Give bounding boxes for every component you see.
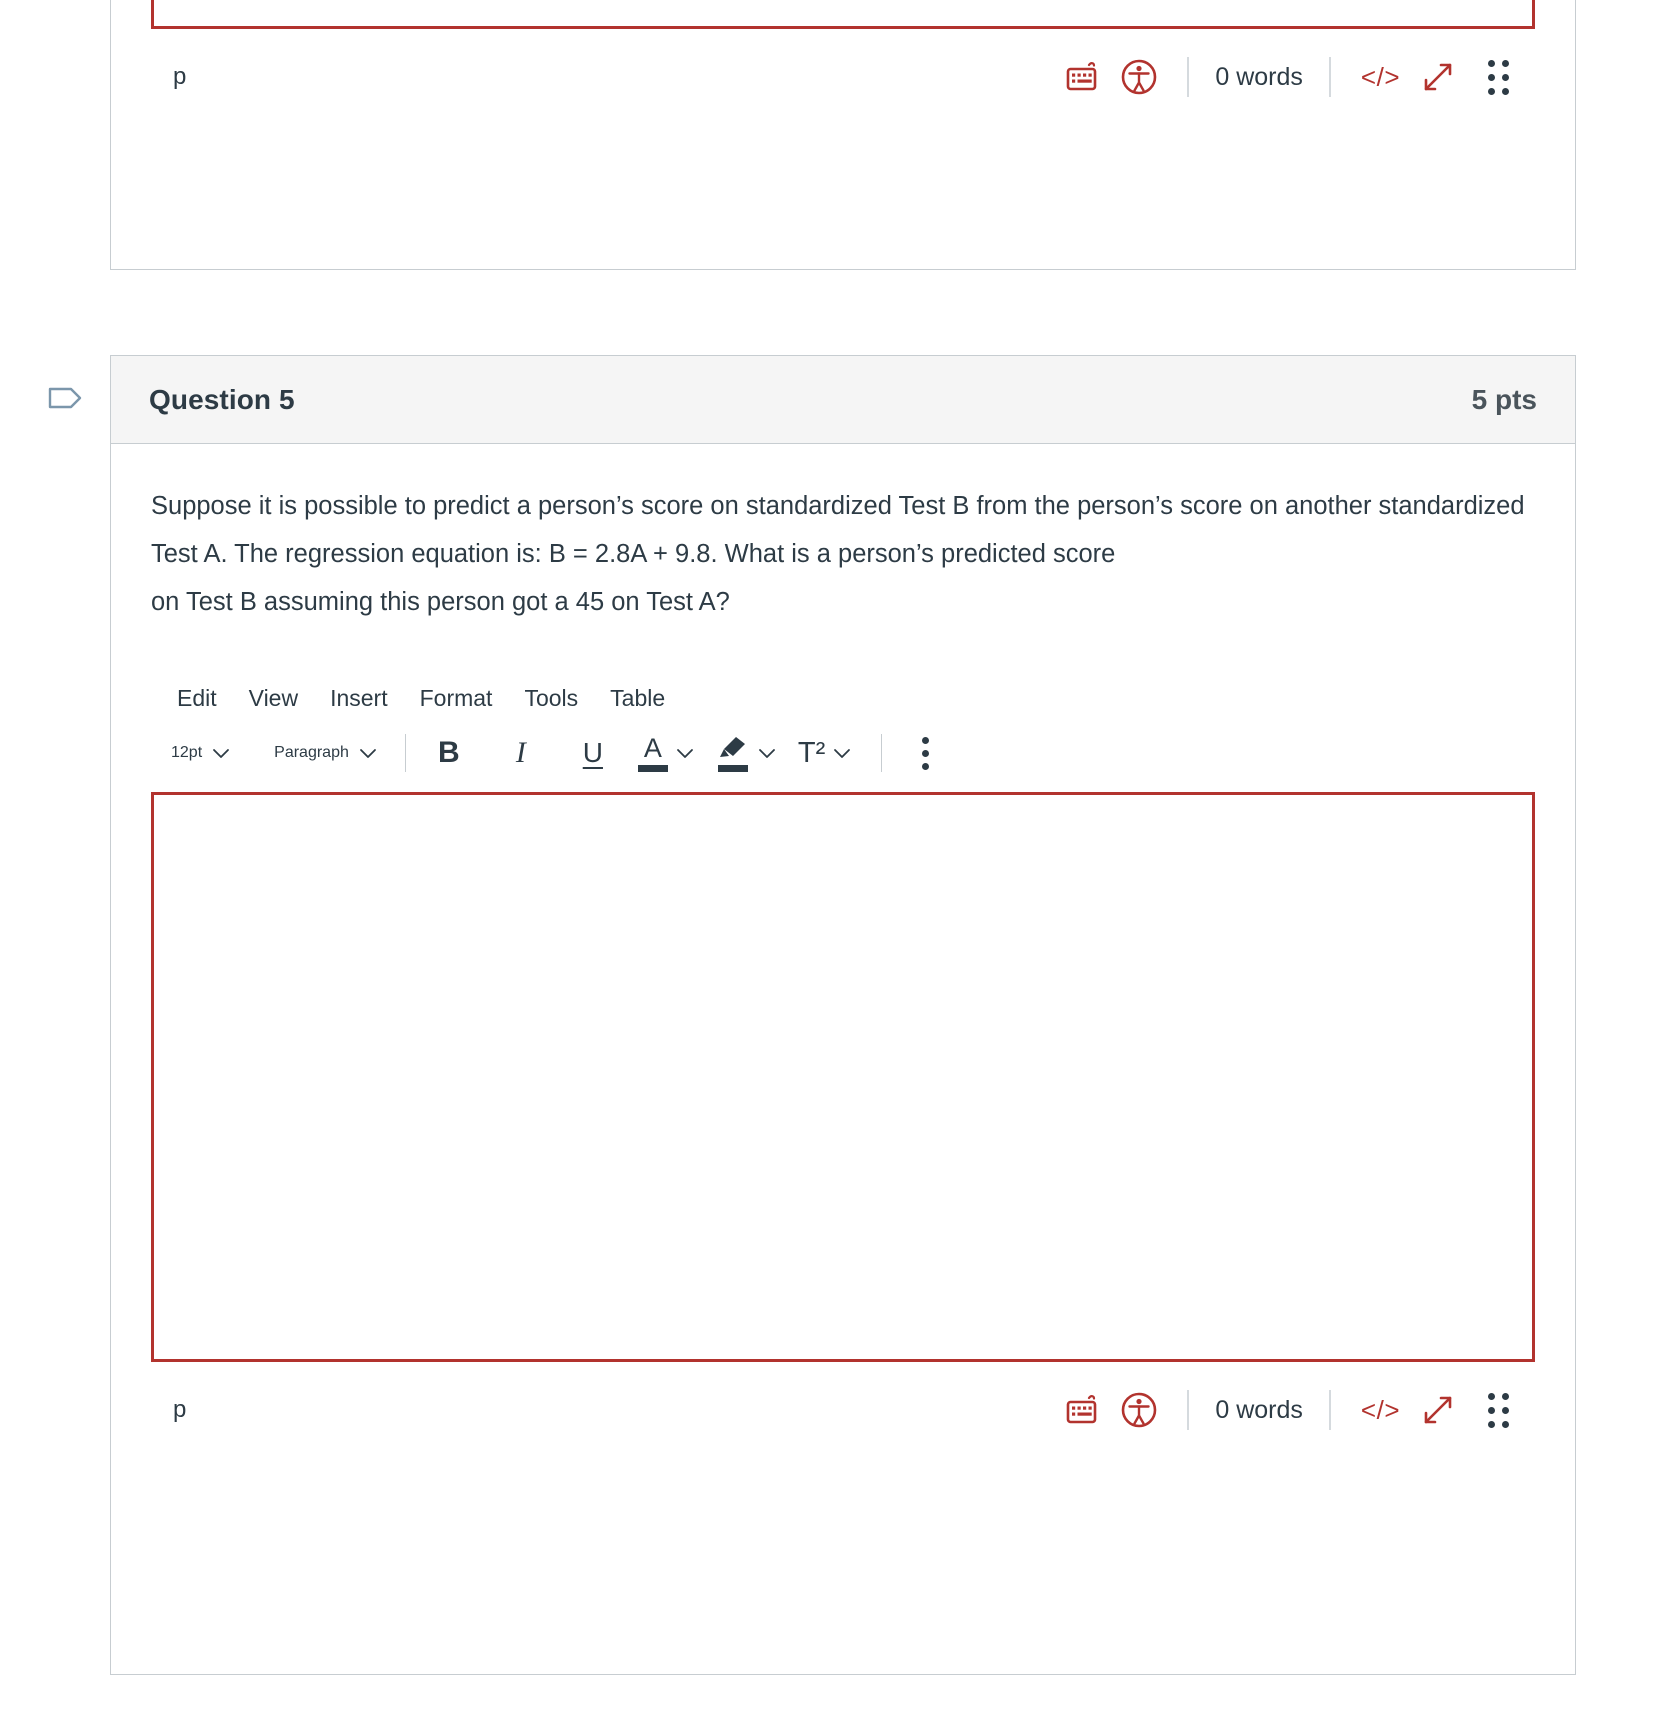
drag-handle-icon[interactable] bbox=[1488, 1392, 1509, 1428]
resize-handle-icon[interactable] bbox=[1410, 49, 1466, 105]
bookmark-flag-icon[interactable] bbox=[44, 376, 88, 420]
html-editor-toggle[interactable]: </> bbox=[1351, 62, 1410, 93]
menu-format[interactable]: Format bbox=[404, 678, 509, 718]
rich-content-editor: Edit View Insert Format Tools Table 12pt bbox=[151, 674, 1535, 1458]
question-points: 5 pts bbox=[1471, 383, 1537, 415]
text-color-label: A bbox=[643, 732, 662, 763]
superscript-label: T² bbox=[797, 736, 826, 769]
previous-editor-status-right: 0 words </> bbox=[1055, 49, 1513, 105]
accessibility-checker-icon[interactable] bbox=[1111, 49, 1167, 105]
italic-button[interactable]: I bbox=[494, 730, 548, 776]
underline-label: U bbox=[582, 737, 603, 768]
text-color-button[interactable]: A bbox=[637, 730, 668, 776]
question-header: Question 5 5 pts bbox=[111, 356, 1575, 444]
editor-menubar: Edit View Insert Format Tools Table bbox=[151, 674, 1535, 722]
block-format-value: Paragraph bbox=[274, 744, 349, 761]
font-size-value: 12pt bbox=[171, 744, 203, 761]
editor-status-right: 0 words </> bbox=[1055, 1382, 1513, 1438]
menu-table[interactable]: Table bbox=[594, 678, 681, 718]
chevron-down-icon bbox=[831, 742, 853, 764]
chevron-down-icon bbox=[756, 742, 778, 764]
keyboard-shortcuts-icon[interactable] bbox=[1055, 1382, 1111, 1438]
chevron-down-icon bbox=[210, 742, 232, 764]
status-divider bbox=[1328, 57, 1331, 97]
menu-insert[interactable]: Insert bbox=[314, 678, 404, 718]
editor-status-bar: p 0 words </> bbox=[151, 1362, 1535, 1458]
question-card: Question 5 5 pts Suppose it is possible … bbox=[110, 355, 1576, 1675]
status-divider bbox=[1328, 1390, 1331, 1430]
question-prompt: Suppose it is possible to predict a pers… bbox=[151, 482, 1535, 626]
drag-handle-icon[interactable] bbox=[1488, 59, 1509, 95]
previous-editor-element-path: p bbox=[173, 63, 187, 90]
menu-tools[interactable]: Tools bbox=[508, 678, 594, 718]
italic-label: I bbox=[515, 736, 526, 769]
accessibility-checker-icon[interactable] bbox=[1111, 1382, 1167, 1438]
highlighter-pen-icon[interactable] bbox=[716, 730, 750, 776]
previous-question-card: p 0 words </> bbox=[110, 0, 1576, 270]
superscript-dropdown[interactable] bbox=[825, 730, 859, 776]
bold-button[interactable]: B bbox=[422, 730, 476, 776]
menu-edit[interactable]: Edit bbox=[161, 678, 233, 718]
text-color-icon: A bbox=[637, 732, 668, 772]
editor-content-area[interactable] bbox=[151, 792, 1535, 1362]
html-editor-toggle[interactable]: </> bbox=[1351, 1395, 1410, 1426]
editor-element-path: p bbox=[173, 1396, 187, 1423]
previous-rich-content-editor: p 0 words </> bbox=[151, 0, 1535, 125]
block-format-select[interactable]: Paragraph bbox=[264, 730, 389, 776]
superscript-button[interactable]: T² bbox=[798, 730, 825, 776]
highlighter-dropdown[interactable] bbox=[750, 730, 784, 776]
toolbar-divider bbox=[404, 734, 406, 772]
quiz-page: p 0 words </> Question 5 5 pts Suppose i… bbox=[0, 0, 1667, 1715]
keyboard-shortcuts-icon[interactable] bbox=[1055, 49, 1111, 105]
editor-toolbar: 12pt Paragraph B I U A T² bbox=[151, 722, 1535, 784]
status-divider bbox=[1187, 1390, 1190, 1430]
question-prompt-line-1: Suppose it is possible to predict a pers… bbox=[151, 492, 1525, 568]
text-color-dropdown[interactable] bbox=[668, 730, 702, 776]
question-prompt-line-2: on Test B assuming this person got a 45 … bbox=[151, 588, 730, 616]
font-size-select[interactable]: 12pt bbox=[161, 730, 242, 776]
editor-word-count: 0 words bbox=[1215, 1395, 1303, 1424]
previous-editor-word-count: 0 words bbox=[1215, 62, 1303, 91]
underline-button[interactable]: U bbox=[566, 730, 620, 776]
menu-view[interactable]: View bbox=[233, 678, 314, 718]
chevron-down-icon bbox=[674, 742, 696, 764]
status-divider bbox=[1187, 57, 1190, 97]
toolbar-divider bbox=[881, 734, 883, 772]
previous-editor-content-area[interactable] bbox=[151, 0, 1535, 29]
previous-editor-status-bar: p 0 words </> bbox=[151, 29, 1535, 125]
more-options-kebab-icon[interactable] bbox=[898, 730, 952, 776]
question-title: Question 5 bbox=[149, 383, 295, 415]
chevron-down-icon bbox=[357, 742, 379, 764]
question-body: Suppose it is possible to predict a pers… bbox=[111, 444, 1575, 1458]
resize-handle-icon[interactable] bbox=[1410, 1382, 1466, 1438]
bold-label: B bbox=[438, 736, 460, 769]
